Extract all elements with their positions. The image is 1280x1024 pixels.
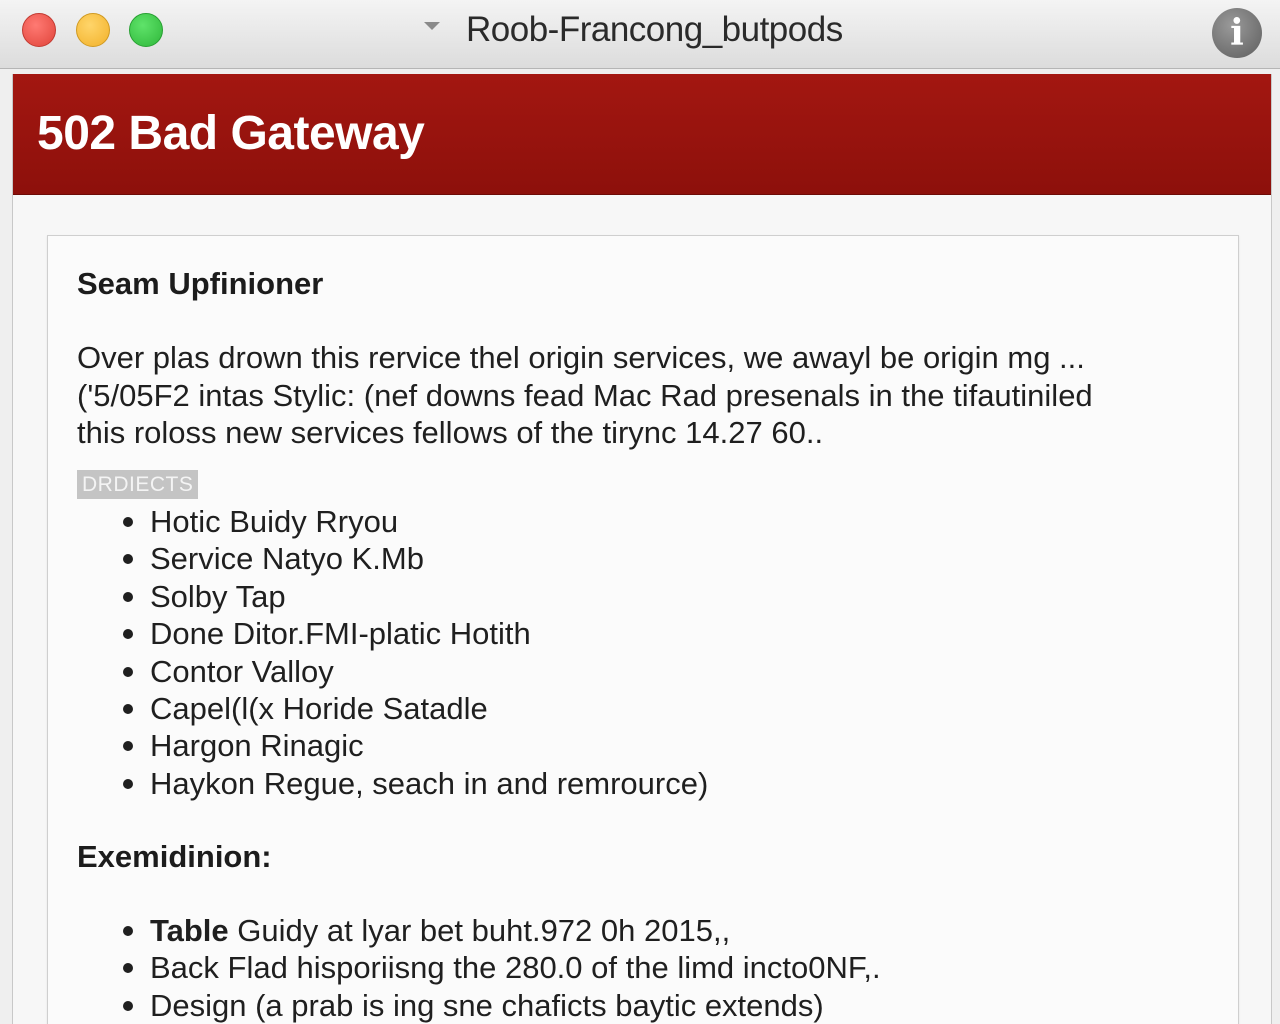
example-list: Table Guidy at lyar bet buht.972 0h 2015… <box>77 912 881 1024</box>
list-item: Solby Tap <box>77 578 708 615</box>
bullet-icon <box>123 591 133 602</box>
bullet-icon <box>123 963 133 974</box>
error-details-panel: Seam Upfinioner Over plas drown this rer… <box>47 235 1239 1024</box>
list-item: Service Natyo K.Mb <box>77 540 708 577</box>
product-list: Hotic Buidy Rryou Service Natyo K.Mb Sol… <box>77 503 708 802</box>
bullet-icon <box>123 554 133 565</box>
window-title: Roob-Francong_butpods <box>466 10 843 49</box>
list-item: Haykon Regue, seach in and remrource) <box>77 765 708 802</box>
bullet-icon <box>123 517 133 527</box>
maximize-window-button[interactable] <box>129 13 163 47</box>
error-banner: 502 Bad Gateway <box>13 74 1271 195</box>
minimize-window-button[interactable] <box>76 13 110 47</box>
section-heading: Exemidinion: <box>77 839 272 874</box>
section-tag: DRDIECTS <box>77 470 199 499</box>
bullet-icon <box>123 704 133 715</box>
description-paragraph: Over plas drown this rervice thel origin… <box>77 339 1217 452</box>
info-icon[interactable]: i <box>1212 8 1262 58</box>
page-content: 502 Bad Gateway Seam Upfinioner Over pla… <box>12 74 1272 1024</box>
list-item: Table Guidy at lyar bet buht.972 0h 2015… <box>77 912 881 949</box>
list-item: Hotic Buidy Rryou <box>77 503 708 540</box>
list-item: Done Ditor.FMI-platic Hotith <box>77 615 708 652</box>
paragraph-line: Over plas drown this rervice thel origin… <box>77 340 1085 375</box>
bullet-icon <box>123 1000 133 1011</box>
list-item: Back Flad hisporiisng the 280.0 of the l… <box>77 949 881 986</box>
list-item: Capel(l(x Horide Satadle <box>77 690 708 727</box>
paragraph-line: ('5/05F2 intas Stylic: (nef downs fead M… <box>77 377 1093 413</box>
bullet-icon <box>123 629 133 640</box>
bullet-icon <box>123 741 133 752</box>
paragraph-line: this roloss new services fellows of the … <box>77 415 824 450</box>
list-item: Design (a prab is ing sne chaficts bayti… <box>77 987 881 1024</box>
bullet-icon <box>123 666 133 677</box>
list-item: Contor Valloy <box>77 653 708 690</box>
section-heading: Seam Upfinioner <box>77 266 324 301</box>
list-item: Hargon Rinagic <box>77 727 708 764</box>
bullet-icon <box>123 926 133 936</box>
title-bar: Roob-Francong_butpods i <box>0 0 1280 69</box>
chevron-down-icon[interactable] <box>424 22 440 30</box>
error-title: 502 Bad Gateway <box>37 107 425 160</box>
browser-window: Roob-Francong_butpods i 502 Bad Gateway … <box>0 0 1280 1024</box>
close-window-button[interactable] <box>22 13 56 47</box>
bullet-icon <box>123 778 133 789</box>
